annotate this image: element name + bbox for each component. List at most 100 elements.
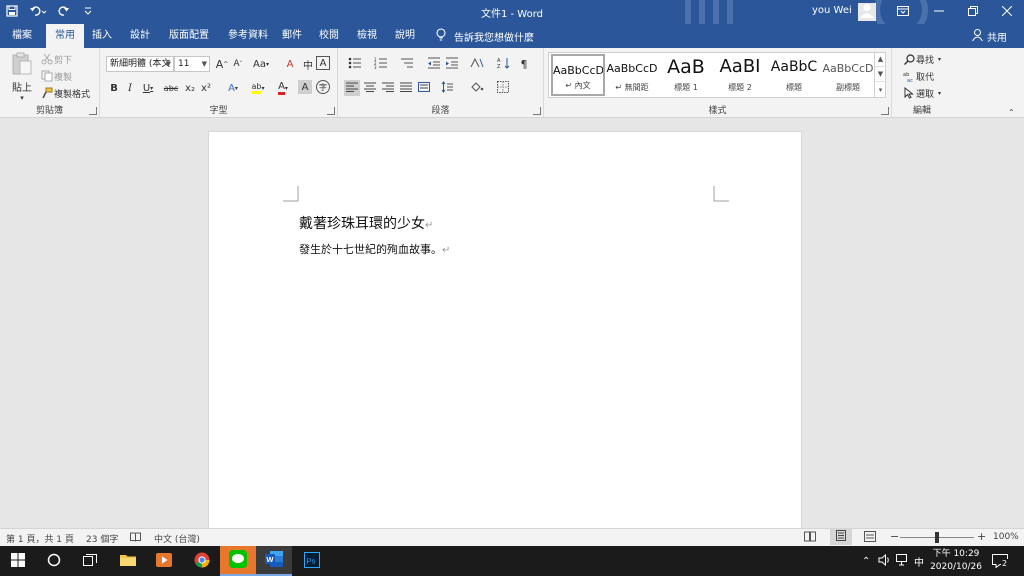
document-paragraph[interactable]: 發生於十七世紀的殉血故事。↵	[299, 241, 450, 257]
align-right-button[interactable]	[380, 80, 396, 96]
format-painter-button[interactable]: 複製格式	[40, 86, 90, 100]
character-shading-button[interactable]: A	[298, 80, 312, 94]
sort-button[interactable]: AZ	[496, 56, 512, 72]
style-subtitle[interactable]: AaBbCcD 副標題	[821, 54, 875, 96]
paste-button[interactable]: 貼上 ▾	[8, 52, 36, 102]
align-center-button[interactable]	[362, 80, 378, 96]
start-button[interactable]	[0, 546, 36, 576]
bold-button[interactable]: B	[106, 80, 122, 96]
justify-button[interactable]	[398, 80, 414, 96]
subscript-button[interactable]: x₂	[182, 80, 198, 96]
tab-design[interactable]: 設計	[124, 24, 156, 48]
chrome-button[interactable]	[184, 546, 220, 576]
replace-button[interactable]: ab ac 取代	[902, 69, 934, 83]
underline-button[interactable]: U ▾	[138, 80, 158, 96]
show-marks-button[interactable]: ¶	[516, 56, 532, 72]
collapse-ribbon-button[interactable]: ⌃	[1008, 108, 1015, 117]
grow-font-button[interactable]: A ^	[214, 56, 230, 72]
align-left-button[interactable]	[344, 80, 360, 96]
tab-insert[interactable]: 插入	[86, 24, 118, 48]
photoshop-button[interactable]: Ps	[294, 546, 330, 576]
restore-button[interactable]	[956, 0, 990, 24]
show-hidden-icons-button[interactable]: ⌃	[862, 546, 870, 576]
numbering-button[interactable]: 123	[370, 56, 392, 72]
gallery-more-button[interactable]: ▾	[875, 82, 886, 97]
line-app-button[interactable]	[220, 546, 256, 576]
style-no-spacing[interactable]: AaBbCcD ↵ 無間距	[605, 54, 659, 96]
decrease-indent-button[interactable]	[426, 56, 442, 72]
tab-view[interactable]: 檢視	[352, 24, 382, 48]
tab-review[interactable]: 校閱	[314, 24, 344, 48]
tab-references[interactable]: 參考資料	[222, 24, 274, 48]
document-page[interactable]: 戴著珍珠耳環的少女↵ 發生於十七世紀的殉血故事。↵	[208, 131, 802, 531]
asian-layout-button[interactable]	[466, 56, 488, 72]
highlight-button[interactable]: ab ▾	[246, 80, 270, 96]
zoom-slider-thumb[interactable]	[935, 532, 939, 543]
media-player-button[interactable]	[146, 546, 182, 576]
page-count[interactable]: 第 1 頁，共 1 頁	[6, 532, 74, 545]
font-color-button[interactable]: A ▾	[272, 80, 294, 96]
italic-button[interactable]: I	[122, 80, 138, 96]
save-button[interactable]	[0, 0, 24, 24]
task-view-button[interactable]	[72, 546, 108, 576]
find-button[interactable]: 尋找 ▾	[902, 52, 941, 66]
network-button[interactable]	[896, 546, 909, 576]
style-heading-1[interactable]: AaB 標題 1	[659, 54, 713, 96]
font-launcher-button[interactable]	[327, 107, 335, 115]
paragraph-launcher-button[interactable]	[533, 107, 541, 115]
line-spacing-button[interactable]	[436, 80, 458, 96]
tab-layout[interactable]: 版面配置	[164, 24, 214, 48]
character-border-button[interactable]: A	[316, 56, 330, 70]
ribbon-display-options-button[interactable]	[886, 0, 920, 24]
search-button[interactable]	[36, 546, 72, 576]
volume-button[interactable]	[878, 546, 892, 576]
enclose-characters-button[interactable]: 字	[316, 80, 330, 94]
font-name-dropdown[interactable]: 新細明體 (本文 ▼	[106, 56, 174, 72]
print-layout-button[interactable]	[830, 529, 852, 545]
multilevel-list-button[interactable]	[396, 56, 418, 72]
tell-me-box[interactable]: 告訴我您想做什麼	[436, 24, 534, 48]
shrink-font-button[interactable]: Aˇ	[230, 56, 246, 72]
gallery-scroll-up-button[interactable]: ▲	[875, 52, 886, 67]
tab-file[interactable]: 檔案	[4, 24, 40, 48]
customize-qat-button[interactable]	[76, 0, 100, 24]
phonetic-guide-button[interactable]: 中	[300, 56, 316, 72]
zoom-level[interactable]: 100%	[993, 532, 1019, 542]
distributed-button[interactable]	[416, 80, 432, 96]
strikethrough-button[interactable]: abc	[162, 80, 180, 96]
tab-mailings[interactable]: 郵件	[278, 24, 306, 48]
clock[interactable]: 下午 10:29 2020/10/26	[925, 548, 987, 574]
share-button[interactable]: 共用	[972, 24, 1007, 48]
gallery-scroll-down-button[interactable]: ▼	[875, 67, 886, 82]
word-app-button[interactable]: W	[256, 546, 292, 576]
close-button[interactable]	[990, 0, 1024, 24]
tab-help[interactable]: 說明	[390, 24, 420, 48]
user-name[interactable]: you Wei	[812, 5, 852, 16]
superscript-button[interactable]: x²	[198, 80, 214, 96]
web-layout-button[interactable]	[864, 531, 876, 545]
undo-button[interactable]	[24, 0, 52, 24]
style-title[interactable]: AaBbC 標題	[767, 54, 821, 96]
font-size-dropdown[interactable]: 11 ▼	[174, 56, 210, 72]
styles-launcher-button[interactable]	[881, 107, 889, 115]
clipboard-launcher-button[interactable]	[89, 107, 97, 115]
tab-home[interactable]: 常用	[46, 24, 84, 48]
style-heading-2[interactable]: AaBI 標題 2	[713, 54, 767, 96]
read-mode-button[interactable]	[804, 531, 816, 545]
zoom-out-button[interactable]: −	[890, 530, 899, 543]
word-count[interactable]: 23 個字	[86, 532, 118, 545]
style-normal[interactable]: AaBbCcD ↵ 內文	[551, 54, 605, 96]
zoom-in-button[interactable]: +	[977, 530, 986, 543]
shading-button[interactable]	[466, 80, 488, 96]
text-effects-button[interactable]: A ▾	[222, 80, 244, 96]
document-paragraph[interactable]: 戴著珍珠耳環的少女↵	[299, 213, 433, 233]
increase-indent-button[interactable]	[444, 56, 460, 72]
language-indicator[interactable]: 中文 (台灣)	[154, 532, 200, 545]
proofing-button[interactable]	[130, 532, 141, 545]
borders-button[interactable]	[492, 80, 514, 96]
copy-button[interactable]: 複製	[40, 69, 72, 83]
action-center-button[interactable]: 2	[992, 546, 1009, 576]
clear-formatting-button[interactable]: A	[282, 56, 298, 72]
minimize-button[interactable]	[922, 0, 956, 24]
cut-button[interactable]: 剪下	[40, 52, 72, 66]
